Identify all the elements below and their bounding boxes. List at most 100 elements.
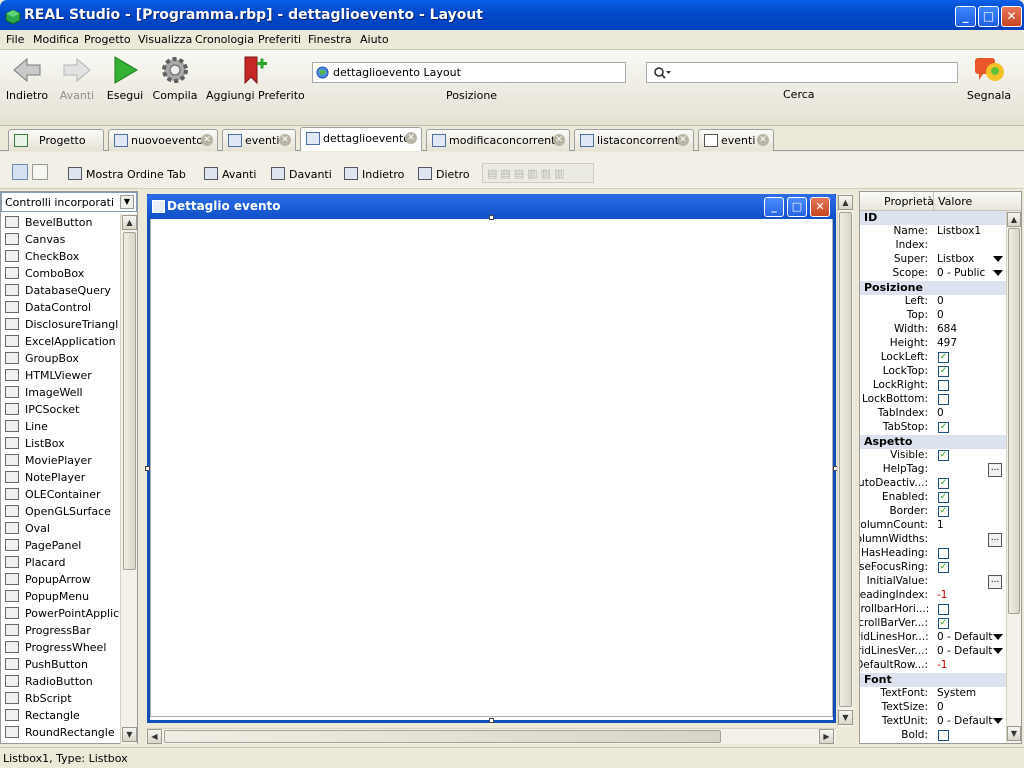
- menu-file[interactable]: File: [6, 33, 24, 46]
- property-row[interactable]: Border: ✓: [860, 505, 1006, 519]
- property-row[interactable]: InitialValue:...: [860, 575, 1006, 589]
- menu-window[interactable]: Finestra: [308, 33, 352, 46]
- bring-forward-button[interactable]: Avanti: [204, 167, 256, 181]
- canvas-hscrollbar[interactable]: ◀ ▶: [146, 728, 836, 744]
- dropdown-arrow-icon[interactable]: [993, 718, 1003, 724]
- chevron-down-icon[interactable]: ▼: [120, 195, 134, 209]
- property-row[interactable]: HasHeading:: [860, 547, 1006, 561]
- compile-button[interactable]: Compila: [152, 54, 198, 104]
- property-row[interactable]: LockBottom:: [860, 393, 1006, 407]
- property-row[interactable]: Enabled: ✓: [860, 491, 1006, 505]
- property-row[interactable]: Scope: 0 - Public: [860, 267, 1006, 281]
- canvas-vscrollbar[interactable]: ▲ ▼: [837, 194, 853, 727]
- close-tab-icon[interactable]: ✕: [405, 132, 417, 144]
- property-row[interactable]: ColumnCount: 1: [860, 519, 1006, 533]
- scroll-down-icon[interactable]: ▼: [122, 727, 137, 742]
- controls-select[interactable]: Controlli incorporati ▼: [1, 192, 137, 212]
- property-row[interactable]: Left: 0: [860, 295, 1006, 309]
- send-to-back-button[interactable]: Dietro: [418, 167, 470, 181]
- property-checkbox[interactable]: ✓: [938, 506, 949, 517]
- scroll-down-icon[interactable]: ▼: [1007, 726, 1021, 741]
- resize-handle[interactable]: [489, 215, 494, 220]
- bring-to-front-button[interactable]: Davanti: [271, 167, 332, 181]
- scroll-thumb[interactable]: [164, 730, 721, 743]
- property-value[interactable]: System: [937, 687, 976, 699]
- scroll-down-icon[interactable]: ▼: [838, 710, 853, 725]
- property-row[interactable]: TextSize: 0: [860, 701, 1006, 715]
- property-row[interactable]: HeadingIndex: -1: [860, 589, 1006, 603]
- property-checkbox[interactable]: ✓: [938, 352, 949, 363]
- property-row[interactable]: LockTop: ✓: [860, 365, 1006, 379]
- tab-dettaglioevento[interactable]: dettaglioevento ✕: [300, 127, 422, 151]
- property-row[interactable]: ScrollBarVer...: ✓: [860, 617, 1006, 631]
- property-checkbox[interactable]: [938, 548, 949, 559]
- close-tab-icon[interactable]: ✕: [553, 134, 565, 146]
- edit-ellipsis-button[interactable]: ...: [988, 575, 1002, 589]
- show-tab-order-button[interactable]: Mostra Ordine Tab: [68, 167, 186, 181]
- close-button[interactable]: ✕: [1001, 6, 1022, 27]
- report-button[interactable]: Segnala: [966, 54, 1012, 104]
- send-backward-button[interactable]: Indietro: [344, 167, 404, 181]
- property-checkbox[interactable]: [938, 380, 949, 391]
- property-row[interactable]: AutoDeactiv...: ✓: [860, 477, 1006, 491]
- property-row[interactable]: TabIndex: 0: [860, 407, 1006, 421]
- property-checkbox[interactable]: ✓: [938, 422, 949, 433]
- close-tab-icon[interactable]: ✕: [677, 134, 689, 146]
- add-bookmark-button[interactable]: Aggiungi Preferito: [206, 54, 305, 104]
- back-button[interactable]: Indietro: [4, 54, 50, 104]
- property-value[interactable]: 0 - Default: [937, 631, 993, 643]
- property-checkbox[interactable]: [938, 394, 949, 405]
- property-value[interactable]: Listbox: [937, 253, 974, 265]
- property-value[interactable]: 0: [937, 309, 944, 321]
- dropdown-arrow-icon[interactable]: [993, 648, 1003, 654]
- scroll-up-icon[interactable]: ▲: [122, 215, 137, 230]
- property-checkbox[interactable]: ✓: [938, 478, 949, 489]
- scroll-up-icon[interactable]: ▲: [1007, 212, 1021, 227]
- scroll-thumb[interactable]: [839, 212, 852, 707]
- property-checkbox[interactable]: [938, 604, 949, 615]
- property-value[interactable]: -1: [937, 659, 947, 671]
- property-row[interactable]: UseFocusRing: ✓: [860, 561, 1006, 575]
- property-row[interactable]: HelpTag:...: [860, 463, 1006, 477]
- menu-edit[interactable]: Modifica: [33, 33, 79, 46]
- close-tab-icon[interactable]: ✕: [201, 134, 213, 146]
- scroll-right-icon[interactable]: ▶: [819, 729, 834, 744]
- design-window[interactable]: [147, 194, 836, 723]
- property-row[interactable]: Width: 684: [860, 323, 1006, 337]
- property-row[interactable]: Visible: ✓: [860, 449, 1006, 463]
- property-row[interactable]: LockLeft: ✓: [860, 351, 1006, 365]
- property-checkbox[interactable]: ✓: [938, 562, 949, 573]
- property-value[interactable]: 0 - Default: [937, 645, 993, 657]
- run-button[interactable]: Esegui: [104, 54, 146, 104]
- property-checkbox[interactable]: ✓: [938, 618, 949, 629]
- tab-modificaconcorrente[interactable]: modificaconcorrente ✕: [426, 129, 570, 151]
- edit-ellipsis-button[interactable]: ...: [988, 463, 1002, 477]
- menu-history[interactable]: Cronologia: [195, 33, 254, 46]
- resize-handle[interactable]: [145, 466, 150, 471]
- close-tab-icon[interactable]: ✕: [757, 134, 769, 146]
- close-tab-icon[interactable]: ✕: [279, 134, 291, 146]
- property-checkbox[interactable]: ✓: [938, 492, 949, 503]
- scroll-thumb[interactable]: [1008, 228, 1020, 614]
- maximize-button[interactable]: □: [978, 6, 999, 27]
- property-row[interactable]: Height: 497: [860, 337, 1006, 351]
- property-row[interactable]: LockRight:: [860, 379, 1006, 393]
- tab-listaconcorrenti[interactable]: listaconcorrenti ✕: [574, 129, 694, 151]
- properties-scrollbar[interactable]: ▲ ▼: [1006, 211, 1021, 743]
- tab-eventi-code[interactable]: eventi ✕: [698, 129, 774, 151]
- property-value[interactable]: 0: [937, 701, 944, 713]
- property-value[interactable]: Listbox1: [937, 225, 981, 237]
- property-value[interactable]: 0 - Public: [937, 267, 985, 279]
- property-row[interactable]: ScrollbarHori...:: [860, 603, 1006, 617]
- property-row[interactable]: ColumnWidths:...: [860, 533, 1006, 547]
- property-value[interactable]: 0: [937, 407, 944, 419]
- property-row[interactable]: TextUnit: 0 - Default: [860, 715, 1006, 729]
- resize-handle[interactable]: [489, 718, 494, 723]
- scroll-thumb[interactable]: [123, 232, 136, 570]
- property-checkbox[interactable]: ✓: [938, 366, 949, 377]
- edit-ellipsis-button[interactable]: ...: [988, 533, 1002, 547]
- property-value[interactable]: -1: [937, 589, 947, 601]
- property-value[interactable]: 497: [937, 337, 957, 349]
- dropdown-arrow-icon[interactable]: [993, 256, 1003, 262]
- layout-view-icon[interactable]: [12, 164, 28, 180]
